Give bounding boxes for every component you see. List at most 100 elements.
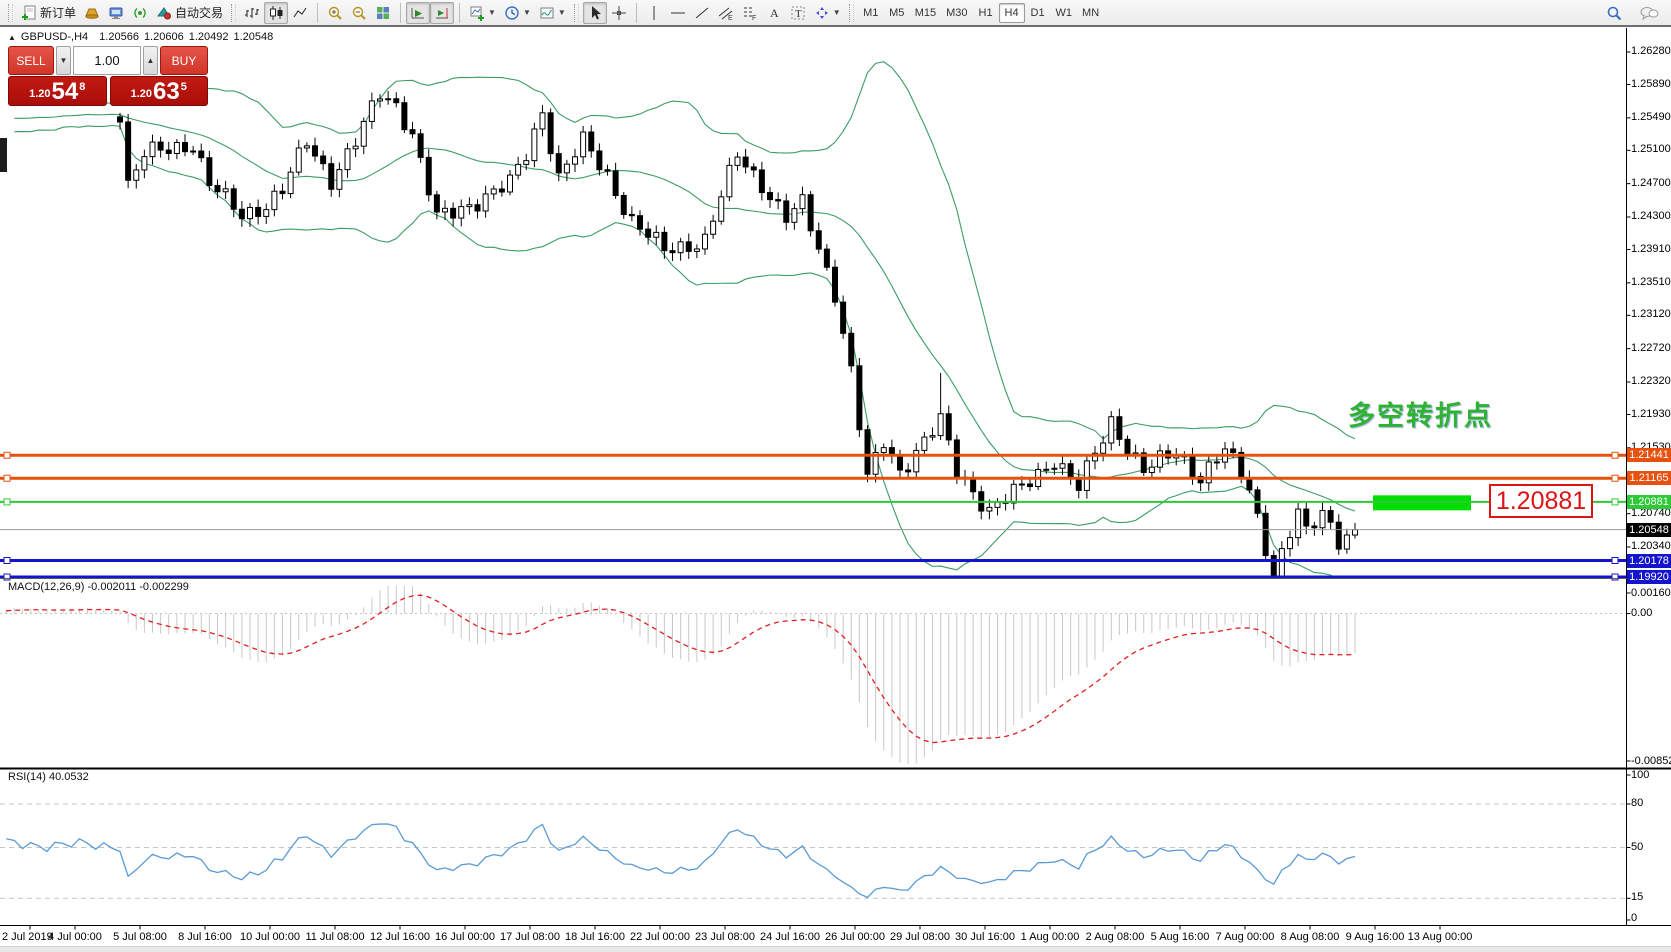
dropdown-caret-icon: ▼ xyxy=(833,8,841,17)
buy-price-prefix: 1.20 xyxy=(131,88,152,100)
zoom-out-icon xyxy=(351,5,367,21)
timeframe-m1-button[interactable]: M1 xyxy=(858,3,884,23)
time-axis-label: 11 Jul 08:00 xyxy=(300,931,370,943)
line-chart-icon xyxy=(292,5,308,21)
bar-chart-icon xyxy=(244,5,260,21)
toolbar-separator xyxy=(317,3,318,23)
time-axis-label: 4 Jul 00:00 xyxy=(40,931,110,943)
profiles-button[interactable] xyxy=(80,2,104,24)
tile-windows-button[interactable] xyxy=(371,2,395,24)
search-button[interactable] xyxy=(1602,2,1627,24)
time-axis-label: 1 Aug 00:00 xyxy=(1015,931,1085,943)
channel-button[interactable]: E xyxy=(714,2,738,24)
rsi-label: RSI(14) 40.0532 xyxy=(8,771,89,783)
volume-input[interactable] xyxy=(73,46,141,75)
cursor-button[interactable] xyxy=(583,2,607,24)
volume-increase-button[interactable]: ▲ xyxy=(143,46,158,75)
time-axis-label: 29 Jul 08:00 xyxy=(885,931,955,943)
signals-button[interactable] xyxy=(128,2,152,24)
macd-values: -0.002011 -0.002299 xyxy=(87,581,188,593)
fibonacci-button[interactable]: F xyxy=(738,2,762,24)
sell-price-sup: 8 xyxy=(79,81,85,93)
line-chart-button[interactable] xyxy=(288,2,312,24)
new-chart-button[interactable]: ▼ xyxy=(465,2,500,24)
text-button[interactable]: A xyxy=(762,2,786,24)
time-axis-label: 30 Jul 16:00 xyxy=(950,931,1020,943)
timeframe-h1-button[interactable]: H1 xyxy=(973,3,999,23)
macd-axis-zero: 0.00 xyxy=(1631,607,1671,619)
metaeditor-button[interactable] xyxy=(104,2,128,24)
price-tick-label: 1.25490 xyxy=(1631,111,1671,123)
timeframe-m30-button[interactable]: M30 xyxy=(941,3,972,23)
chart-canvas[interactable] xyxy=(0,0,1671,952)
chat-icon xyxy=(1639,5,1659,22)
timeframe-h4-button[interactable]: H4 xyxy=(999,3,1025,23)
terminal-icon xyxy=(108,5,124,21)
text-label-icon: T xyxy=(790,5,806,21)
template-icon xyxy=(539,5,555,21)
shapes-button[interactable]: ▼ xyxy=(810,2,845,24)
candlestick-chart-button[interactable] xyxy=(264,2,288,24)
trading-platform-window: 新订单 自动交易 xyxy=(0,0,1671,952)
vertical-line-button[interactable] xyxy=(642,2,666,24)
chart-symbol: GBPUSD-,H4 xyxy=(21,31,88,43)
buy-button[interactable]: BUY xyxy=(160,46,208,75)
toolbar-grip xyxy=(849,4,854,22)
turning-point-annotation[interactable]: 多空转折点 xyxy=(1348,394,1493,433)
timeframe-mn-button[interactable]: MN xyxy=(1077,3,1104,23)
main-toolbar: 新订单 自动交易 xyxy=(0,0,1671,27)
buy-price-display[interactable]: 1.20 63 5 xyxy=(110,76,209,106)
zoom-in-button[interactable] xyxy=(323,2,347,24)
toolbar-grip xyxy=(231,4,236,22)
rsi-axis-label: 15 xyxy=(1631,891,1671,903)
time-axis-label: 8 Jul 16:00 xyxy=(170,931,240,943)
rsi-axis-label: 50 xyxy=(1631,841,1671,853)
timeframe-m5-button[interactable]: M5 xyxy=(884,3,910,23)
text-label-button[interactable]: T xyxy=(786,2,810,24)
autotrade-button[interactable]: 自动交易 xyxy=(152,2,227,24)
periods-button[interactable]: ▼ xyxy=(500,2,535,24)
sell-button[interactable]: SELL xyxy=(8,46,54,75)
price-callout-box[interactable]: 1.20881 xyxy=(1489,484,1593,518)
fibonacci-icon: F xyxy=(742,5,758,21)
time-axis-label: 7 Aug 00:00 xyxy=(1210,931,1280,943)
rsi-axis-label: 0 xyxy=(1631,912,1671,924)
price-tick-label: 1.25890 xyxy=(1631,78,1671,90)
sell-price-prefix: 1.20 xyxy=(29,88,50,100)
ohlc-open: 1.20566 xyxy=(99,31,139,43)
sell-price-display[interactable]: 1.20 54 8 xyxy=(8,76,107,106)
horizontal-line-button[interactable] xyxy=(666,2,690,24)
trendline-button[interactable] xyxy=(690,2,714,24)
chat-button[interactable] xyxy=(1635,2,1663,24)
time-axis-label: 17 Jul 08:00 xyxy=(495,931,565,943)
svg-text:A: A xyxy=(770,6,779,20)
svg-text:F: F xyxy=(752,15,756,21)
timeframe-w1-button[interactable]: W1 xyxy=(1051,3,1078,23)
timeframe-m15-button[interactable]: M15 xyxy=(910,3,941,23)
crosshair-icon xyxy=(611,5,627,21)
signal-icon xyxy=(132,5,148,21)
new-order-button[interactable]: 新订单 xyxy=(17,2,80,24)
dropdown-caret-icon: ▼ xyxy=(523,8,531,17)
time-axis-label: 23 Jul 08:00 xyxy=(690,931,760,943)
crosshair-button[interactable] xyxy=(607,2,631,24)
time-axis-label: 12 Jul 16:00 xyxy=(365,931,435,943)
timeframe-d1-button[interactable]: D1 xyxy=(1025,3,1051,23)
templates-button[interactable]: ▼ xyxy=(535,2,570,24)
new-order-label: 新订单 xyxy=(40,4,76,21)
svg-text:T: T xyxy=(795,8,802,20)
price-line-flag: 1.21165 xyxy=(1627,471,1671,485)
price-tick-label: 1.24300 xyxy=(1631,210,1671,222)
panel-collapse-tab[interactable] xyxy=(0,138,7,172)
trendline-icon xyxy=(694,5,710,21)
bar-chart-button[interactable] xyxy=(240,2,264,24)
search-icon xyxy=(1606,5,1623,22)
sell-price-big: 54 xyxy=(52,81,79,103)
chart-shift-button[interactable] xyxy=(430,2,454,24)
one-click-trading-panel: SELL ▼ ▲ BUY 1.20 54 8 1.20 63 5 xyxy=(8,46,208,106)
autoscroll-button[interactable] xyxy=(406,2,430,24)
toolbar-separator xyxy=(636,3,637,23)
price-tick-label: 1.25100 xyxy=(1631,143,1671,155)
zoom-out-button[interactable] xyxy=(347,2,371,24)
volume-decrease-button[interactable]: ▼ xyxy=(56,46,71,75)
